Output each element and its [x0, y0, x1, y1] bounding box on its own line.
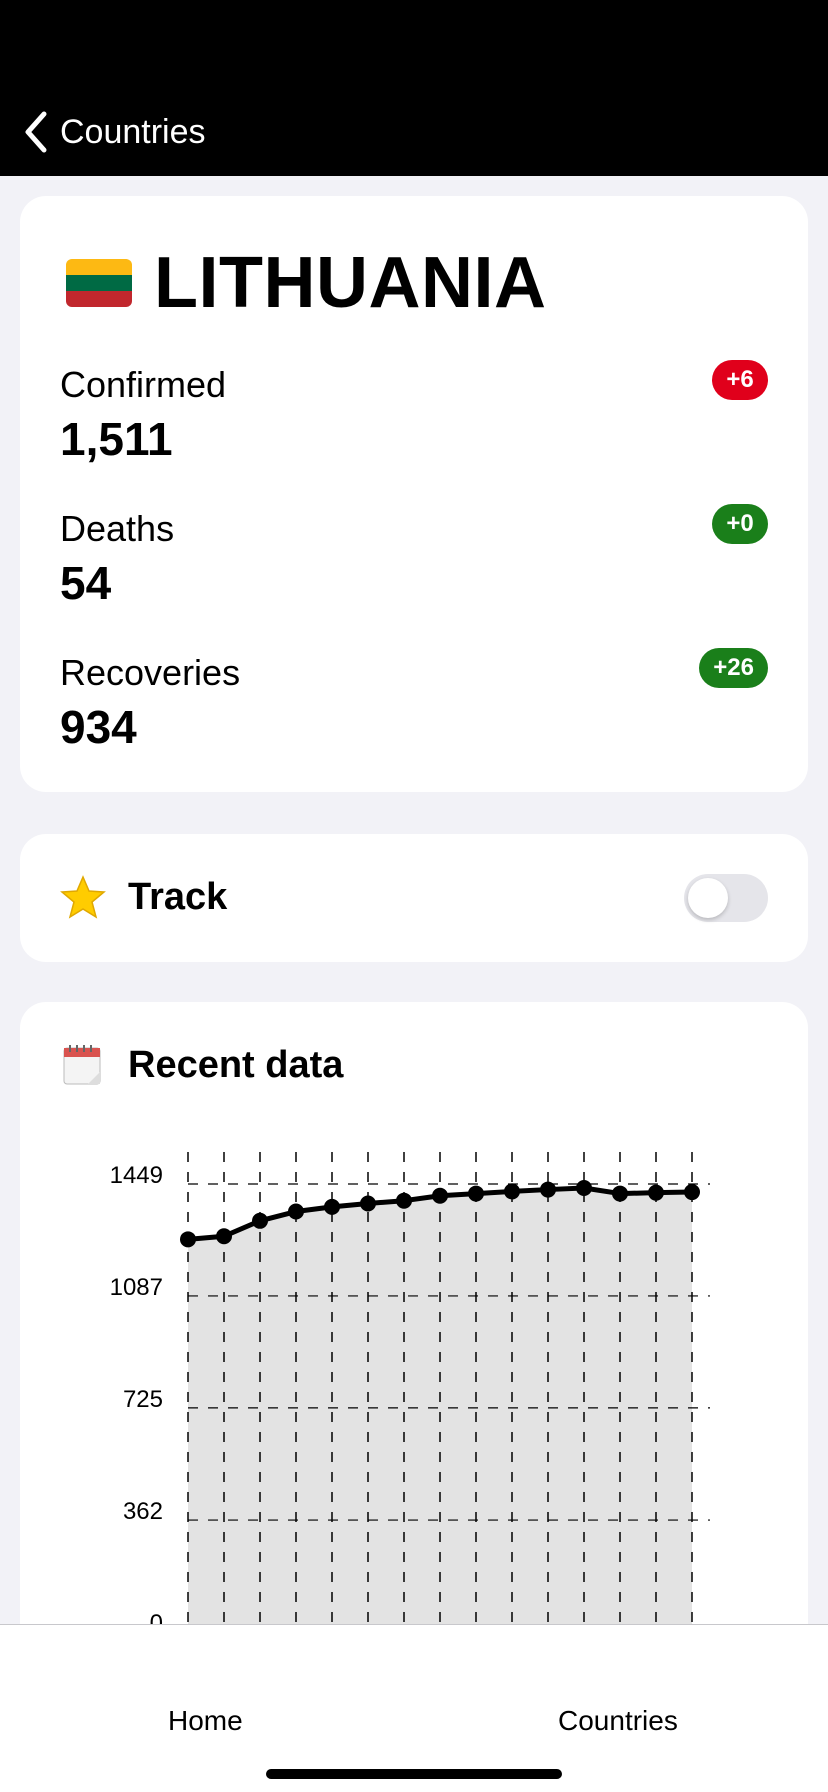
delta-badge: +26	[699, 648, 768, 688]
home-indicator	[266, 1769, 562, 1779]
data-point	[180, 1231, 196, 1248]
toggle-knob	[688, 878, 728, 918]
chevron-left-icon	[25, 111, 47, 153]
track-toggle[interactable]	[684, 874, 768, 922]
track-row: Track	[60, 874, 227, 920]
track-label: Track	[128, 875, 228, 918]
country-card: LITHUANIA Confirmed 1,511 +6 Deaths 54 +…	[20, 196, 808, 792]
recent-data-card: Recent data 144910877253620	[20, 1002, 808, 1624]
data-point	[612, 1185, 628, 1202]
data-point	[396, 1192, 412, 1209]
navigation-bar: Countries	[0, 0, 828, 176]
data-point	[504, 1183, 520, 1200]
data-point	[648, 1184, 664, 1201]
delta-badge: +6	[712, 360, 768, 400]
stat-label: Recoveries	[60, 652, 241, 693]
stat-value: 934	[60, 701, 137, 753]
delta-badge: +0	[712, 504, 768, 544]
y-tick-label: 1087	[110, 1274, 163, 1301]
back-button[interactable]: Countries	[22, 108, 206, 156]
back-button-label: Countries	[60, 112, 206, 151]
lithuania-flag-icon	[66, 259, 132, 307]
data-point	[432, 1187, 448, 1204]
tab-bar: Home Countries	[0, 1624, 828, 1792]
data-point	[216, 1228, 232, 1245]
stat-confirmed: Confirmed 1,511 +6	[60, 360, 768, 466]
content-scroll[interactable]: LITHUANIA Confirmed 1,511 +6 Deaths 54 +…	[0, 176, 828, 1624]
y-tick-label: 362	[123, 1498, 163, 1525]
data-point	[252, 1212, 268, 1229]
data-point	[360, 1195, 376, 1212]
y-tick-label: 725	[123, 1386, 163, 1413]
y-tick-label: 1449	[110, 1162, 163, 1189]
track-card: Track	[20, 834, 808, 962]
stat-value: 54	[60, 557, 112, 609]
data-point	[468, 1185, 484, 1202]
recent-data-chart: 1449 1087 725 362 0	[110, 1152, 710, 1624]
stat-value: 1,511	[60, 413, 173, 465]
star-icon	[60, 875, 106, 919]
data-point	[324, 1198, 340, 1215]
data-point	[288, 1203, 304, 1220]
stat-label: Confirmed	[60, 364, 227, 405]
stat-recoveries: Recoveries 934 +26	[60, 648, 768, 754]
stat-label: Deaths	[60, 508, 175, 549]
data-point	[576, 1180, 592, 1197]
tab-countries[interactable]: Countries	[558, 1705, 678, 1737]
y-tick-label: 0	[150, 1610, 163, 1624]
data-point	[540, 1181, 556, 1198]
country-header: LITHUANIA	[66, 242, 546, 324]
country-title: LITHUANIA	[154, 243, 547, 323]
data-point	[684, 1184, 700, 1201]
tab-home[interactable]: Home	[168, 1705, 243, 1737]
stat-deaths: Deaths 54 +0	[60, 504, 768, 610]
